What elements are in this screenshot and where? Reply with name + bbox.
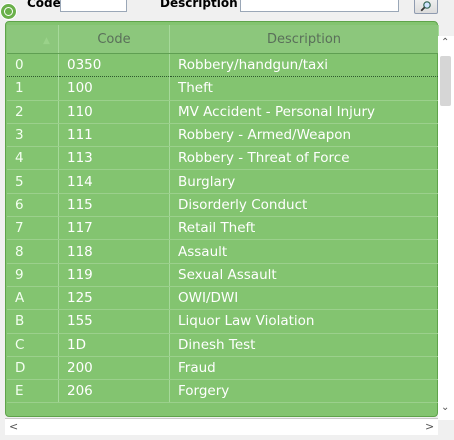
row-code: 125: [58, 286, 170, 311]
row-description: Robbery/handgun/taxi: [169, 52, 439, 78]
row-code: 114: [58, 169, 170, 194]
vertical-scrollbar[interactable]: ⌃ ⌄: [438, 36, 454, 420]
row-index: 4: [7, 146, 59, 171]
target-icon: [0, 3, 17, 20]
table-row[interactable]: 8 118 Assault: [7, 239, 439, 264]
column-header-description[interactable]: Description: [169, 25, 439, 54]
table-row[interactable]: 1 100 Theft: [7, 76, 439, 101]
magnifier-icon: [420, 1, 431, 12]
column-header-index[interactable]: ▲: [7, 25, 59, 54]
sort-icon: ▲: [43, 35, 50, 46]
code-input[interactable]: [60, 0, 127, 12]
row-code: 117: [58, 216, 170, 241]
table-row[interactable]: 5 114 Burglary: [7, 169, 439, 194]
row-index: 8: [7, 239, 59, 264]
row-description: Robbery - Threat of Force: [169, 146, 439, 171]
row-code: 118: [58, 239, 170, 264]
horizontal-scrollbar[interactable]: < >: [5, 418, 438, 435]
row-code: 206: [58, 379, 170, 404]
search-button[interactable]: [414, 0, 438, 14]
description-input[interactable]: [240, 0, 399, 12]
row-code: 155: [58, 309, 170, 334]
row-index: 3: [7, 123, 59, 148]
scroll-thumb[interactable]: [440, 56, 451, 106]
down-arrow-icon[interactable]: ⌄: [441, 402, 449, 413]
table-row[interactable]: 6 115 Disorderly Conduct: [7, 193, 439, 218]
table-row[interactable]: 2 110 MV Accident - Personal Injury: [7, 100, 439, 124]
table-row[interactable]: D 200 Fraud: [7, 356, 439, 381]
row-description: Forgery: [169, 379, 439, 404]
table-row[interactable]: B 155 Liquor Law Violation: [7, 309, 439, 334]
row-index: 2: [7, 100, 59, 124]
description-label: Description: [160, 0, 238, 10]
left-arrow-icon[interactable]: <: [9, 420, 18, 433]
table-row[interactable]: 3 111 Robbery - Armed/Weapon: [7, 123, 439, 148]
table-row[interactable]: C 1D Dinesh Test: [7, 333, 439, 357]
row-index: A: [7, 286, 59, 311]
row-code: 0350: [58, 52, 170, 78]
row-description: Robbery - Armed/Weapon: [169, 123, 439, 148]
row-description: Burglary: [169, 169, 439, 194]
row-code: 113: [58, 146, 170, 171]
row-description: OWI/DWI: [169, 286, 439, 311]
code-label: Code: [27, 0, 61, 10]
row-description: Sexual Assault: [169, 263, 439, 287]
row-code: 200: [58, 356, 170, 381]
row-index: 6: [7, 193, 59, 218]
header-row: ▲ Code Description: [7, 25, 439, 54]
row-code: 110: [58, 100, 170, 124]
row-index: 5: [7, 169, 59, 194]
filter-bar: Code Description: [0, 0, 454, 16]
row-code: 115: [58, 193, 170, 218]
column-header-code[interactable]: Code: [58, 25, 170, 54]
row-code: 100: [58, 76, 170, 101]
row-index: C: [7, 333, 59, 357]
codes-grid: ▲ Code Description 0 0350 Robbery/handgun/…: [7, 25, 439, 404]
table-row[interactable]: A 125 OWI/DWI: [7, 286, 439, 311]
row-code: 111: [58, 123, 170, 148]
row-description: MV Accident - Personal Injury: [169, 100, 439, 124]
table-row[interactable]: 7 117 Retail Theft: [7, 216, 439, 241]
row-index: E: [7, 379, 59, 404]
row-index: 0: [7, 52, 59, 78]
row-description: Disorderly Conduct: [169, 193, 439, 218]
row-index: 7: [7, 216, 59, 241]
row-description: Theft: [169, 76, 439, 101]
row-description: Assault: [169, 239, 439, 264]
right-arrow-icon[interactable]: >: [425, 420, 434, 433]
row-description: Retail Theft: [169, 216, 439, 241]
table-row[interactable]: 4 113 Robbery - Threat of Force: [7, 146, 439, 171]
table-row[interactable]: 9 119 Sexual Assault: [7, 263, 439, 287]
row-index: 9: [7, 263, 59, 287]
table-row[interactable]: E 206 Forgery: [7, 379, 439, 404]
row-code: 1D: [58, 333, 170, 357]
row-description: Dinesh Test: [169, 333, 439, 357]
table-row[interactable]: 0 0350 Robbery/handgun/taxi: [7, 52, 439, 78]
row-code: 119: [58, 263, 170, 287]
row-index: D: [7, 356, 59, 381]
row-description: Fraud: [169, 356, 439, 381]
row-index: 1: [7, 76, 59, 101]
row-description: Liquor Law Violation: [169, 309, 439, 334]
up-arrow-icon[interactable]: ⌃: [441, 37, 449, 48]
row-index: B: [7, 309, 59, 334]
